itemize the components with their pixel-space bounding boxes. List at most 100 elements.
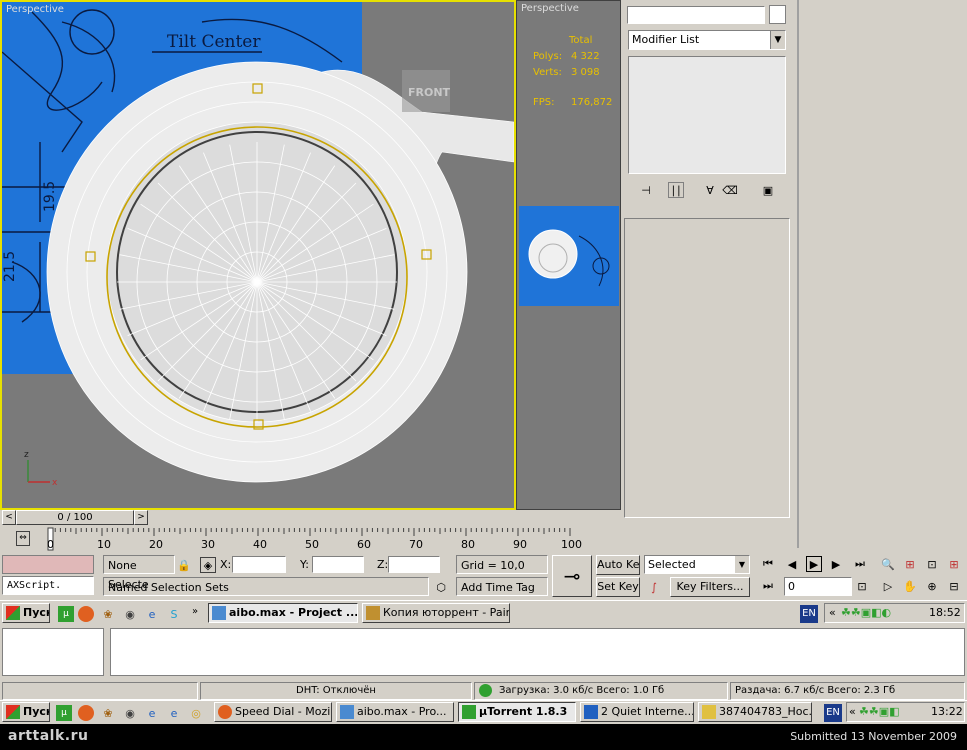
time-slider-thumb[interactable]: 0 / 100 — [16, 510, 134, 525]
tray-icons[interactable]: ☘☘▣◧◐ — [841, 606, 891, 619]
zoom-all-icon[interactable]: ⊞ — [902, 556, 918, 572]
firefox-icon[interactable] — [78, 606, 94, 622]
viewport-scene: z x Tilt Center 19.5 21.5 FRONT — [2, 2, 514, 488]
utorrent-icon[interactable]: µ — [56, 705, 72, 721]
next-frame-icon[interactable]: ▶ — [828, 556, 844, 572]
task-internet-group[interactable]: 2 Quiet Interne... — [580, 702, 694, 722]
start-label: Пуск — [23, 705, 49, 718]
secondary-viewport[interactable]: Perspective Total Polys: 4 322 Verts: 3 … — [516, 0, 621, 510]
tray-expand-icon[interactable]: « — [849, 705, 856, 718]
go-to-start-icon[interactable]: ⏮ — [760, 556, 776, 572]
current-frame-field[interactable]: 0 — [784, 577, 852, 596]
go-to-end-icon[interactable]: ⏭ — [852, 556, 868, 572]
quicklaunch-more-icon[interactable]: » — [192, 606, 198, 617]
x-label: X: — [220, 558, 232, 571]
ie-icon[interactable]: e — [144, 606, 160, 622]
key-icon[interactable]: ⊸ — [552, 555, 592, 597]
tray-expand-icon[interactable]: « — [829, 606, 836, 619]
show-end-result-icon[interactable]: ∣∣ — [668, 182, 684, 198]
taskbar-top: Пуск µ ❀ ◉ e S » aibo.max - Project ... … — [0, 600, 967, 626]
play-icon[interactable]: ▶ — [806, 556, 822, 572]
task-paint[interactable]: Копия юторрент - Paint — [362, 603, 510, 623]
start-button[interactable]: Пуск — [2, 702, 50, 722]
clock[interactable]: 18:52 — [929, 606, 961, 619]
task-utorrent[interactable]: µTorrent 1.8.3 — [458, 702, 576, 722]
blueprint-title: Tilt Center — [167, 32, 261, 52]
auto-key-button[interactable]: Auto Key — [596, 555, 640, 575]
modifier-stack-list[interactable] — [628, 56, 786, 174]
time-slider-row: < 0 / 100 > — [0, 510, 622, 526]
zoom-extents-icon[interactable]: ⊡ — [924, 556, 940, 572]
zoom-extents-all-icon[interactable]: ⊞ — [946, 556, 962, 572]
object-color-swatch[interactable] — [769, 5, 786, 24]
trackbar[interactable]: ⇔ 0 10 20 30 40 50 60 70 80 90 100 — [0, 526, 622, 553]
task-folder[interactable]: 387404783_Hoc... — [698, 702, 812, 722]
skype-icon[interactable]: S — [166, 606, 182, 622]
3dsmax-icon — [340, 705, 354, 719]
main-viewport[interactable]: z x Tilt Center 19.5 21.5 FRONT Perspect… — [0, 0, 516, 510]
pin-stack-icon[interactable]: ⊣ — [638, 182, 654, 198]
start-button[interactable]: Пуск — [2, 603, 50, 623]
remove-modifier-icon[interactable]: ⌫ — [722, 182, 738, 198]
y-coordinate-field[interactable] — [312, 556, 364, 573]
viewcube-front-label[interactable]: FRONT — [408, 86, 451, 99]
maximize-viewport-icon[interactable]: ⊟ — [946, 578, 962, 594]
secondary-viewport-label[interactable]: Perspective — [521, 3, 579, 14]
zoom-icon[interactable]: 🔍 — [880, 556, 896, 572]
absolute-mode-icon[interactable]: ◈ — [200, 557, 216, 573]
object-name-field[interactable] — [627, 6, 765, 24]
firefox-icon[interactable] — [78, 705, 94, 721]
modifier-list-dropdown[interactable]: Modifier List ▼ — [628, 30, 786, 50]
key-mode-dropdown[interactable]: Selected ▼ — [644, 555, 750, 574]
set-key-button[interactable]: Set Key — [596, 577, 640, 597]
z-coordinate-field[interactable] — [388, 556, 440, 573]
task-aibo-max[interactable]: aibo.max - Project ... — [208, 603, 358, 623]
right-panel-divider — [797, 0, 799, 548]
field-of-view-icon[interactable]: ▷ — [880, 578, 896, 594]
time-next-button[interactable]: > — [134, 510, 148, 525]
footer-strip: arttalk.ru Submitted 13 November 2009 — [0, 724, 967, 750]
time-configuration-icon[interactable]: ⊡ — [854, 578, 870, 594]
task-label: Speed Dial - Mozil... — [235, 705, 331, 718]
z-label: Z: — [377, 558, 389, 571]
configure-modifier-sets-icon[interactable]: ▣ — [760, 182, 776, 198]
time-tag-icon[interactable]: ⬡ — [433, 579, 449, 595]
default-tangent-icon[interactable]: ∫ — [646, 579, 662, 595]
camera-icon[interactable]: ◉ — [122, 606, 138, 622]
tray-icons[interactable]: ☘☘▣◧ — [859, 705, 900, 718]
dht-status: DHT: Отключён — [200, 682, 472, 700]
blueprint-dim-1: 19.5 — [42, 181, 58, 212]
utorrent-icon[interactable]: µ — [58, 606, 74, 622]
chrome-icon[interactable]: ◎ — [188, 705, 204, 721]
firefox-icon — [218, 705, 232, 719]
chevron-down-icon[interactable]: ▼ — [735, 556, 749, 573]
maxscript-listener-pink[interactable] — [2, 555, 94, 574]
camera-icon[interactable]: ◉ — [122, 705, 138, 721]
language-indicator[interactable]: EN — [800, 605, 818, 623]
maxscript-mini-listener[interactable]: AXScript. — [2, 576, 94, 595]
x-coordinate-field[interactable] — [232, 556, 286, 573]
key-filters-button[interactable]: Key Filters... — [670, 577, 750, 597]
quicklaunch-icon[interactable]: ❀ — [100, 705, 116, 721]
system-tray: « ☘☘▣◧ 13:22 — [846, 702, 965, 722]
chevron-down-icon[interactable]: ▼ — [770, 31, 785, 49]
tick-label-70: 70 — [409, 538, 423, 551]
clock[interactable]: 13:22 — [931, 705, 963, 718]
system-tray: « ☘☘▣◧◐ 18:52 — [824, 603, 965, 623]
language-indicator[interactable]: EN — [824, 704, 842, 722]
arttalk-logo: arttalk.ru — [8, 728, 89, 744]
time-prev-button[interactable]: < — [2, 510, 16, 525]
task-aibo-max[interactable]: aibo.max - Pro... — [336, 702, 454, 722]
quicklaunch-icon[interactable]: ❀ — [100, 606, 116, 622]
task-speed-dial[interactable]: Speed Dial - Mozil... — [214, 702, 332, 722]
key-mode-toggle-icon[interactable]: ⏭ — [760, 578, 776, 594]
add-time-tag-button[interactable]: Add Time Tag — [456, 577, 548, 596]
make-unique-icon[interactable]: ∀ — [702, 182, 718, 198]
lock-selection-icon[interactable]: 🔒 — [176, 557, 192, 573]
pan-hand-icon[interactable]: ✋ — [902, 578, 918, 594]
ie-icon-2[interactable]: e — [166, 705, 182, 721]
arc-rotate-icon[interactable]: ⊕ — [924, 578, 940, 594]
ie-icon[interactable]: e — [144, 705, 160, 721]
previous-frame-icon[interactable]: ◀ — [784, 556, 800, 572]
main-viewport-label[interactable]: Perspective — [6, 4, 64, 15]
